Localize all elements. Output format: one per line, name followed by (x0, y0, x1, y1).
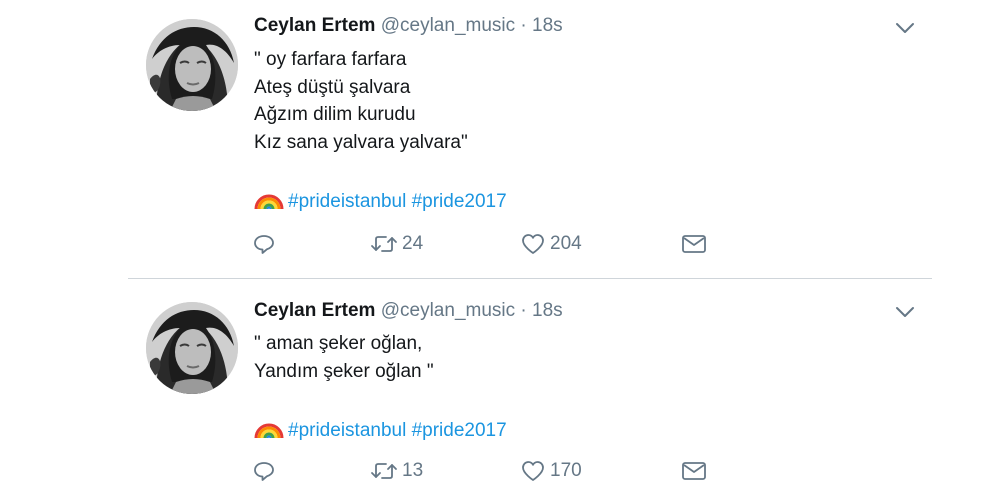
hashtag-link[interactable]: #pride2017 (412, 420, 507, 441)
tweet[interactable]: Ceylan Ertem @ceylan_music · 18s " oy fa… (0, 0, 996, 278)
tweet-header: Ceylan Ertem @ceylan_music · 18s (254, 300, 563, 324)
direct-message-button[interactable] (681, 229, 707, 259)
rainbow-emoji-icon (254, 417, 284, 439)
tweet-text-line: Yandım şeker oğlan " (254, 360, 434, 382)
reply-button[interactable] (252, 456, 276, 486)
hashtag-row: #prideistanbul #pride2017 (254, 417, 507, 443)
avatar[interactable] (146, 302, 238, 394)
like-count: 204 (550, 233, 582, 254)
tweet-actions: 13 170 (0, 456, 996, 486)
chevron-down-icon[interactable] (894, 301, 916, 323)
like-button[interactable]: 170 (520, 456, 582, 486)
separator-dot: · (520, 15, 527, 36)
rainbow-emoji-icon (254, 188, 284, 210)
direct-message-button[interactable] (681, 456, 707, 486)
avatar[interactable] (146, 19, 238, 111)
envelope-icon (682, 462, 706, 480)
envelope-icon (682, 235, 706, 253)
tweet-text-line: Ağzım dilim kurudu (254, 104, 416, 126)
reply-button[interactable] (252, 229, 276, 259)
heart-icon (522, 234, 544, 254)
tweet-text: " aman şeker oğlan, Yandım şeker oğlan " (254, 330, 434, 385)
separator-dot: · (520, 300, 527, 321)
tweet-text-line: Kız sana yalvara yalvara" (254, 132, 468, 154)
tweet-text-line: " aman şeker oğlan, (254, 333, 423, 354)
tweet-header: Ceylan Ertem @ceylan_music · 18s (254, 15, 563, 39)
author-handle[interactable]: @ceylan_music (381, 15, 515, 36)
avatar-photo (146, 19, 238, 111)
timestamp[interactable]: 18s (532, 300, 563, 321)
tweet[interactable]: Ceylan Ertem @ceylan_music · 18s " aman … (0, 280, 996, 501)
retweet-icon (371, 463, 397, 479)
retweet-count: 24 (402, 233, 424, 254)
like-button[interactable]: 204 (520, 229, 582, 259)
tweet-text: " oy farfara farfara Ateş düştü şalvara … (254, 46, 468, 157)
retweet-count: 13 (402, 460, 424, 481)
retweet-button[interactable]: 24 (370, 229, 423, 259)
heart-icon (522, 461, 544, 481)
retweet-button[interactable]: 13 (370, 456, 423, 486)
hashtag-link[interactable]: #pride2017 (412, 191, 507, 212)
author-name[interactable]: Ceylan Ertem (254, 300, 375, 321)
timestamp[interactable]: 18s (532, 15, 563, 36)
tweet-text-line: " oy farfara farfara (254, 49, 407, 70)
tweet-actions: 24 204 (0, 229, 996, 259)
author-handle[interactable]: @ceylan_music (381, 300, 515, 321)
hashtag-link[interactable]: #prideistanbul (288, 191, 406, 212)
reply-icon (254, 235, 274, 254)
hashtag-row: #prideistanbul #pride2017 (254, 188, 507, 214)
hashtag-link[interactable]: #prideistanbul (288, 420, 406, 441)
like-count: 170 (550, 460, 582, 481)
tweet-text-line: Ateş düştü şalvara (254, 76, 411, 98)
author-name[interactable]: Ceylan Ertem (254, 15, 375, 36)
chevron-down-icon[interactable] (894, 17, 916, 39)
avatar-photo (146, 302, 238, 394)
retweet-icon (371, 236, 397, 252)
tweet-divider (128, 278, 932, 279)
reply-icon (254, 462, 274, 481)
